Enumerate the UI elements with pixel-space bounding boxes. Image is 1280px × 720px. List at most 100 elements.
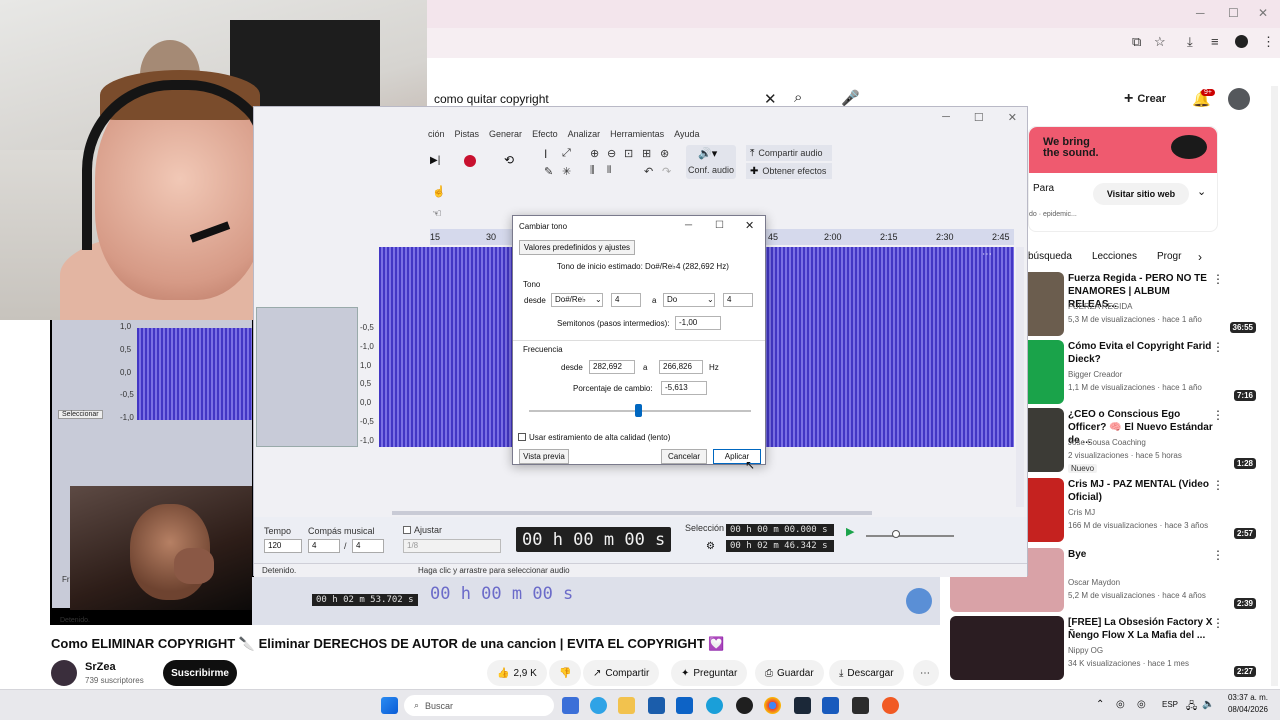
dislike-button[interactable]: 👎 — [549, 660, 582, 686]
volume-icon[interactable]: 🔈 — [1202, 699, 1214, 710]
steam-icon[interactable] — [794, 697, 811, 714]
chip-lessons[interactable]: Lecciones — [1092, 251, 1137, 262]
tray-app-icon[interactable]: ◎ — [1116, 699, 1125, 710]
multi-tool-icon[interactable]: ✳ — [562, 165, 571, 178]
sponsored-ad[interactable]: We bring the sound. Para do · epidemic..… — [1028, 126, 1218, 232]
draw-tool-icon[interactable]: ✎ — [544, 165, 553, 178]
selection-settings-gear-icon[interactable]: ⚙ — [706, 541, 715, 552]
selection-start[interactable]: 00 h 00 m 00.000 s — [726, 524, 834, 536]
get-effects-button[interactable]: ✚ Obtener efectos — [746, 163, 832, 179]
loop-icon[interactable]: ⟲ — [504, 153, 514, 167]
snap-select[interactable]: 1/8 — [403, 539, 501, 553]
silence-icon[interactable]: ⫴ — [607, 165, 611, 176]
video-more-icon[interactable]: ⋮ — [1212, 548, 1224, 562]
record-button[interactable] — [464, 155, 476, 167]
browser-menu-icon[interactable]: ⋮ — [1262, 34, 1275, 50]
cast-icon[interactable]: ⧉ — [1132, 34, 1141, 50]
video-more-icon[interactable]: ⋮ — [1212, 616, 1224, 630]
visit-site-button[interactable]: Visitar sitio web — [1093, 183, 1189, 205]
percent-slider[interactable] — [529, 404, 751, 417]
share-audio-button[interactable]: ⤒ Compartir audio — [746, 145, 832, 161]
envelope-tool-icon[interactable]: ⤢ — [562, 147, 571, 160]
youtube-avatar[interactable] — [1228, 88, 1250, 110]
menu-item[interactable]: Generar — [489, 129, 522, 139]
hq-stretch-checkbox[interactable] — [518, 433, 526, 441]
fit-project-icon[interactable]: ⊞ — [642, 147, 651, 160]
audacity-maximize-icon[interactable]: ☐ — [974, 111, 984, 124]
page-scrollbar[interactable] — [1271, 86, 1278, 686]
audacity-minimize-icon[interactable]: ─ — [942, 111, 950, 123]
browser-minimize-icon[interactable]: ─ — [1196, 6, 1205, 20]
track-select-button[interactable]: Seleccionar — [58, 410, 103, 419]
freq-to-input[interactable]: 266,826 — [659, 360, 703, 374]
save-button[interactable]: ⎙ Guardar — [755, 660, 824, 686]
percent-change-input[interactable]: -5,613 — [661, 381, 707, 395]
dialog-maximize-icon[interactable]: ☐ — [715, 220, 724, 231]
video-more-icon[interactable]: ⋮ — [1212, 340, 1224, 354]
selection-tool-icon[interactable]: I — [544, 147, 547, 161]
presets-button[interactable]: Valores predefinidos y ajustes — [519, 240, 635, 255]
skip-end-icon[interactable]: ▶| — [430, 155, 440, 166]
video-channel[interactable]: Nippy OG — [1068, 646, 1103, 655]
browser-maximize-icon[interactable]: ☐ — [1228, 6, 1239, 20]
play-speed-slider[interactable] — [866, 535, 954, 537]
menu-item[interactable]: Pistas — [455, 129, 480, 139]
network-icon[interactable]: 🖧 — [1186, 699, 1197, 716]
to-octave-input[interactable]: 4 — [723, 293, 753, 307]
horizontal-scrollbar[interactable] — [392, 511, 872, 515]
taskbar-search[interactable]: ⌕ Buscar — [404, 695, 554, 716]
chip-program[interactable]: Progr — [1157, 251, 1181, 262]
video-channel[interactable]: Bigger Creador — [1068, 370, 1122, 379]
percent-slider-thumb[interactable] — [634, 404, 642, 417]
tray-chevron-icon[interactable]: ⌃ — [1096, 699, 1104, 710]
redo-icon[interactable]: ↷ — [662, 165, 671, 178]
dialog-close-icon[interactable]: ✕ — [745, 219, 754, 232]
download-icon[interactable]: ⤓ — [1187, 34, 1193, 50]
input-language[interactable]: ESP — [1162, 700, 1178, 709]
hand-tool-icon[interactable]: ☝ — [432, 185, 446, 198]
meter-numerator[interactable]: 4 — [308, 539, 340, 553]
profile-avatar-icon[interactable] — [1235, 35, 1248, 48]
tempo-input[interactable]: 120 — [264, 539, 302, 553]
video-channel[interactable]: Oscar Maydon — [1068, 578, 1120, 587]
play-speed-thumb[interactable] — [892, 530, 900, 538]
menu-item[interactable]: Efecto — [532, 129, 558, 139]
preview-button[interactable]: Vista previa — [519, 449, 569, 464]
audacity-close-icon[interactable]: ✕ — [1008, 111, 1017, 124]
play-at-speed-icon[interactable]: ▶ — [846, 525, 854, 538]
store-icon[interactable] — [648, 697, 665, 714]
zoom-out-icon[interactable]: ⊖ — [607, 147, 616, 160]
share-button[interactable]: ↗ Compartir — [583, 660, 660, 686]
menu-item[interactable]: Ayuda — [674, 129, 699, 139]
zoom-in-icon[interactable]: ⊕ — [590, 147, 599, 160]
chips-next-chevron-icon[interactable]: › — [1198, 250, 1202, 264]
menu-item[interactable]: Herramientas — [610, 129, 664, 139]
video-title[interactable]: Bye — [1068, 548, 1218, 561]
tray-app2-icon[interactable]: ◎ — [1137, 699, 1146, 710]
subscribe-button[interactable]: Suscribirme — [163, 660, 237, 686]
video-more-icon[interactable]: ⋮ — [1212, 478, 1224, 492]
microphone-icon[interactable]: 🎤 — [841, 89, 860, 107]
bookmark-star-icon[interactable]: ☆ — [1154, 34, 1166, 50]
channel-avatar[interactable] — [51, 660, 77, 686]
video-title[interactable]: [FREE] La Obsesión Factory X Ñengo Flow … — [1068, 616, 1218, 642]
browser-close-icon[interactable]: ✕ — [1258, 6, 1268, 20]
create-button[interactable]: + Crear — [1124, 88, 1166, 110]
task-view-icon[interactable] — [562, 697, 579, 714]
audio-setup-button[interactable]: 🔊▾ Conf. audio — [686, 145, 736, 179]
recommended-video[interactable]: 2:27 [FREE] La Obsesión Factory X Ñengo F… — [950, 616, 1260, 680]
capcut-icon[interactable] — [852, 697, 869, 714]
menu-item[interactable]: Analizar — [568, 129, 601, 139]
pin-tool-icon[interactable]: ☜ — [432, 207, 442, 220]
ask-button[interactable]: ✦ Preguntar — [671, 660, 748, 686]
like-button[interactable]: 👍 2,9 K — [487, 660, 547, 686]
copilot-icon[interactable] — [590, 697, 607, 714]
trim-icon[interactable]: ⫼ — [590, 165, 595, 176]
channel-name[interactable]: SrZea — [85, 661, 116, 673]
download-button[interactable]: ⤓ Descargar — [829, 660, 904, 686]
reading-list-icon[interactable]: ≡ — [1211, 34, 1219, 49]
time-display[interactable]: 00 h 00 m 00 s — [516, 527, 672, 552]
snap-checkbox[interactable] — [403, 526, 411, 534]
video-title[interactable]: Cris MJ - PAZ MENTAL (Video Oficial) — [1068, 478, 1218, 504]
meter-denominator[interactable]: 4 — [352, 539, 384, 553]
